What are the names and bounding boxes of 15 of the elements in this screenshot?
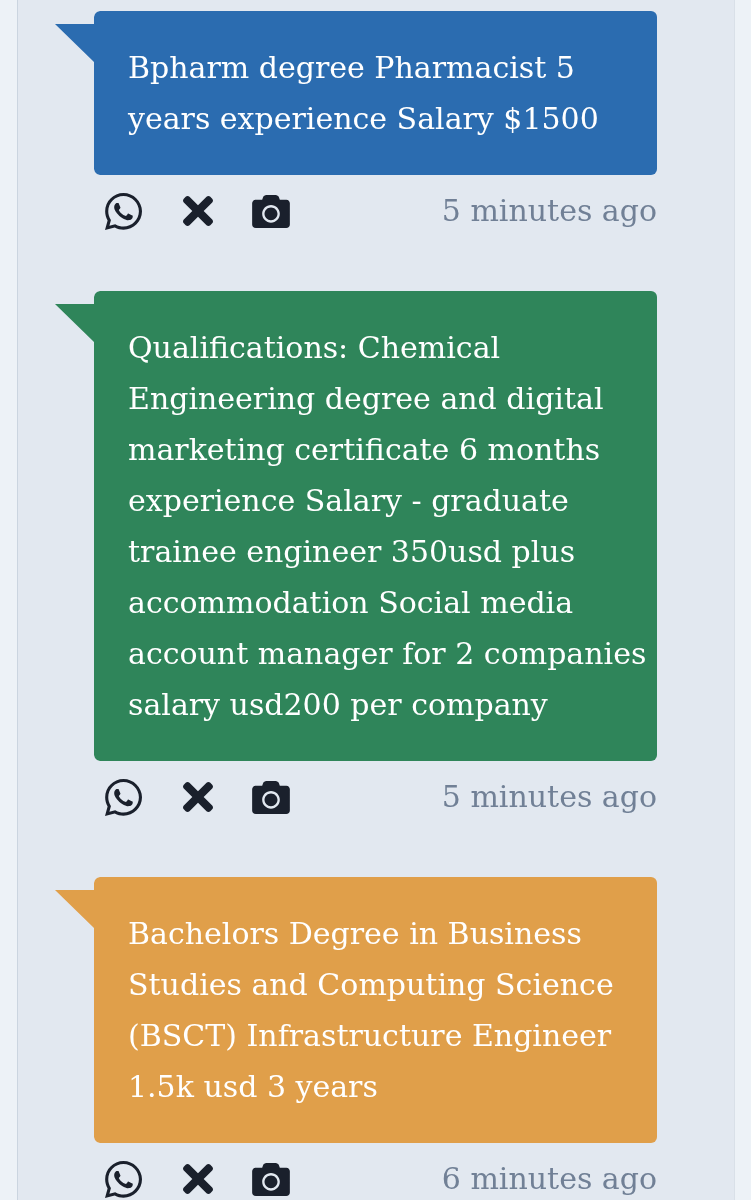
close-icon[interactable] xyxy=(183,1164,213,1194)
close-icon[interactable] xyxy=(183,782,213,812)
timestamp: 5 minutes ago xyxy=(441,192,657,230)
phone-bubble-icon[interactable] xyxy=(105,192,142,230)
timestamp: 6 minutes ago xyxy=(441,1160,657,1198)
message-text: Bpharm degree Pharmacist 5 years experience Salary $1500 xyxy=(128,49,600,138)
close-icon[interactable] xyxy=(183,196,213,226)
message-text: Bachelors Degree in Business Studies and Computing Science (BSCT) Infrastructure Engineer 1.5k usd 3 years xyxy=(128,915,615,1106)
camera-icon[interactable] xyxy=(252,194,290,228)
timestamp: 5 minutes ago xyxy=(441,778,657,816)
phone-bubble-icon[interactable] xyxy=(105,778,142,816)
message-text: Qualifications: Chemical Engineering degree and digital marketing certificate 6 months experience Salary - graduate trainee engineer 350usd plus accommodation Social media account manager for 2 companies salary usd200 per company xyxy=(128,329,648,724)
phone-bubble-icon[interactable] xyxy=(105,1160,142,1198)
camera-icon[interactable] xyxy=(252,780,290,814)
camera-icon[interactable] xyxy=(252,1162,290,1196)
